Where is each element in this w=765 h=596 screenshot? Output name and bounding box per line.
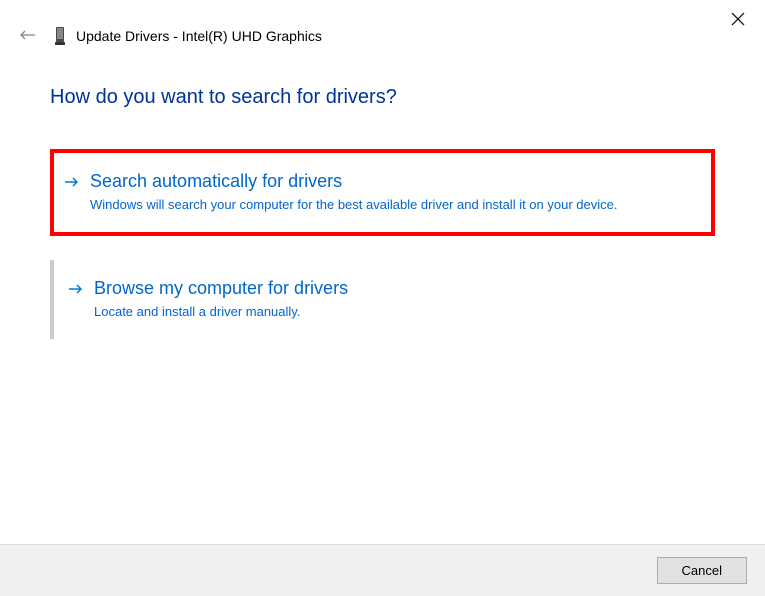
back-arrow-icon [20,30,36,40]
option-auto-title: Search automatically for drivers [90,171,693,192]
dialog-footer: Cancel [0,544,765,596]
close-icon [731,12,745,26]
option-browse-computer[interactable]: Browse my computer for drivers Locate an… [50,260,715,339]
page-heading: How do you want to search for drivers? [50,86,715,109]
option-browse-desc: Locate and install a driver manually. [94,303,697,321]
window-title: Update Drivers - Intel(R) UHD Graphics [76,28,322,44]
device-icon [54,26,66,46]
option-auto-content: Search automatically for drivers Windows… [90,171,693,214]
main-content: How do you want to search for drivers? S… [0,46,765,339]
arrow-right-icon [64,175,78,194]
cancel-button[interactable]: Cancel [657,557,747,584]
back-button[interactable] [20,27,36,45]
option-browse-content: Browse my computer for drivers Locate an… [94,278,697,321]
close-button[interactable] [731,12,745,29]
option-search-automatically[interactable]: Search automatically for drivers Windows… [50,149,715,236]
option-browse-title: Browse my computer for drivers [94,278,697,299]
option-auto-desc: Windows will search your computer for th… [90,196,693,214]
window-header: Update Drivers - Intel(R) UHD Graphics [0,0,765,46]
arrow-right-icon [68,282,82,301]
